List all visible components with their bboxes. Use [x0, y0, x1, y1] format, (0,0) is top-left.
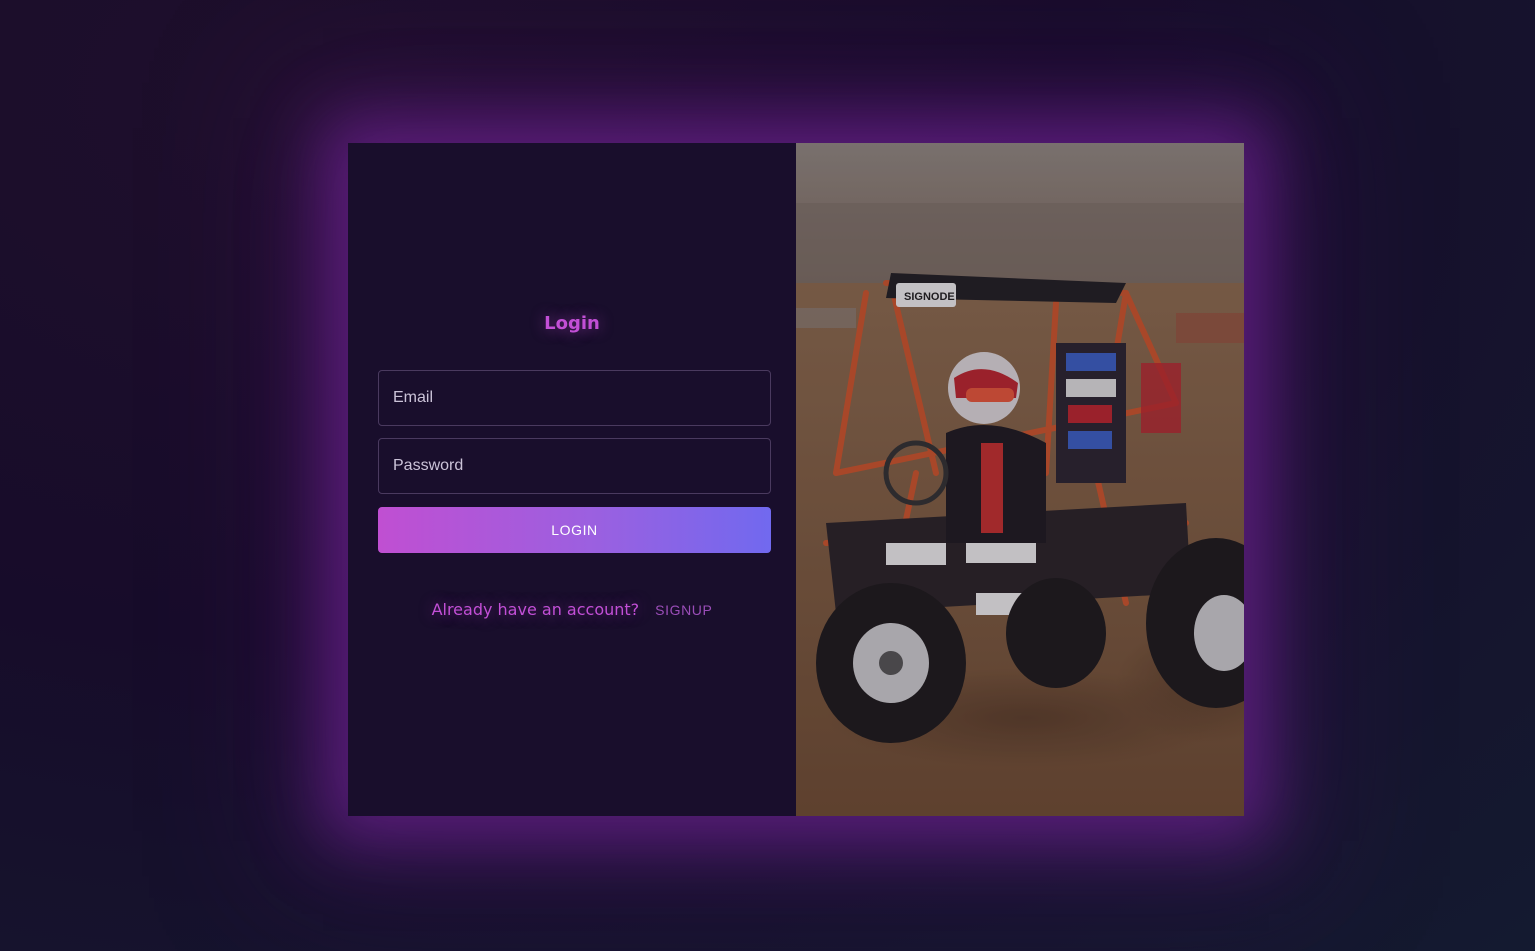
photo-overlay: [796, 143, 1244, 816]
switch-prompt: Already have an account?: [431, 600, 640, 619]
email-input[interactable]: [393, 389, 756, 407]
login-card: Login LOGIN Already have an account? SIG…: [348, 143, 1244, 816]
login-button[interactable]: LOGIN: [378, 507, 771, 553]
account-switch-row: Already have an account? SIGNUP: [348, 600, 796, 619]
email-field[interactable]: [378, 370, 771, 426]
password-input[interactable]: [393, 457, 756, 475]
login-form-panel: Login LOGIN Already have an account? SIG…: [348, 143, 796, 816]
signup-link[interactable]: SIGNUP: [655, 602, 712, 618]
password-field[interactable]: [378, 438, 771, 494]
hero-image: SIGNODE: [796, 143, 1244, 816]
login-heading: Login: [544, 313, 600, 334]
